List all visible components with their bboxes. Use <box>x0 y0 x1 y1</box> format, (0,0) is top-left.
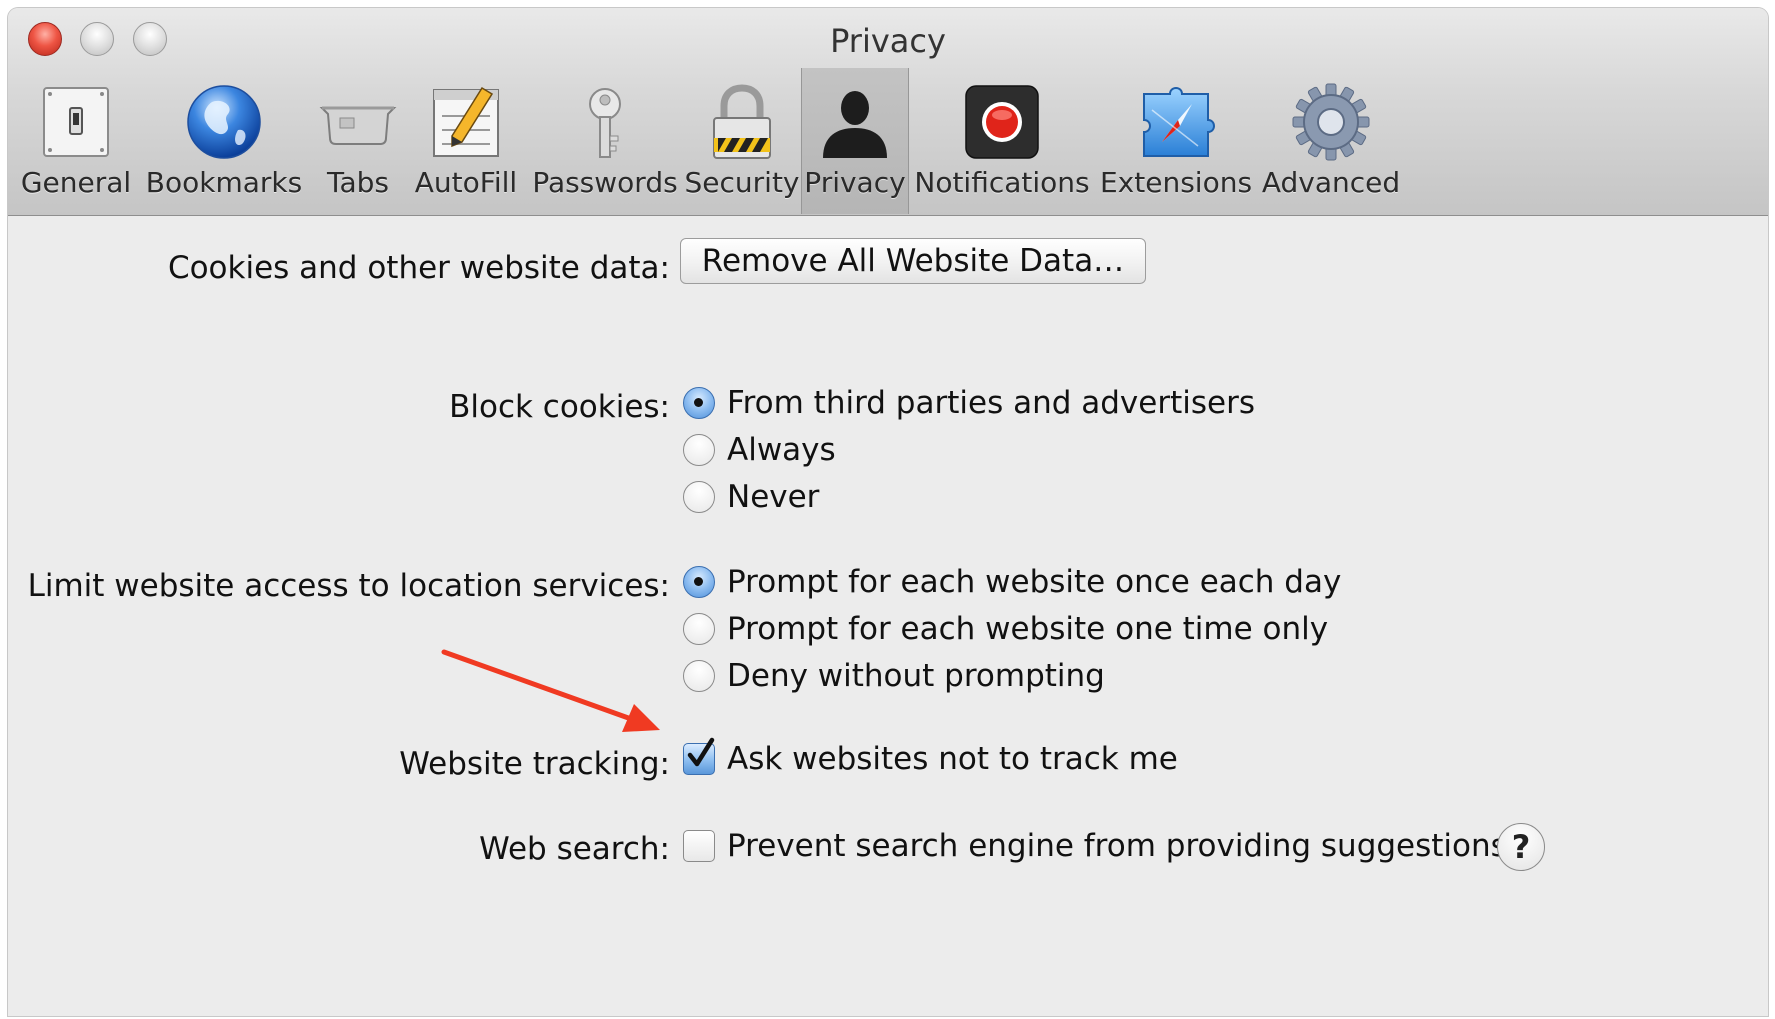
block-cookies-option-third-parties[interactable]: From third parties and advertisers <box>683 385 1255 421</box>
toolbar-label: Privacy <box>804 166 906 199</box>
option-label: Ask websites not to track me <box>727 741 1178 777</box>
title-bar: Privacy General Bookmarks Tabs AutoFill … <box>8 8 1768 216</box>
option-label: Never <box>727 479 820 515</box>
toolbar-label: Notifications <box>914 166 1090 199</box>
toolbar-item-extensions[interactable]: Extensions <box>1099 68 1253 214</box>
cookies-label: Cookies and other website data: <box>167 250 670 286</box>
window-title: Privacy <box>830 22 946 60</box>
website-tracking-label: Website tracking: <box>399 746 670 782</box>
radio-button[interactable] <box>683 434 715 466</box>
block-cookies-option-never[interactable]: Never <box>683 479 819 515</box>
toolbar-item-autofill[interactable]: AutoFill <box>410 68 522 214</box>
toolbar-item-security[interactable]: Security <box>684 68 800 214</box>
option-label: Prompt for each website one time only <box>727 611 1329 647</box>
option-label: From third parties and advertisers <box>727 385 1255 421</box>
remove-all-website-data-button[interactable]: Remove All Website Data… <box>680 238 1146 284</box>
do-not-track-checkbox[interactable] <box>683 737 715 775</box>
location-option-one-time-only[interactable]: Prompt for each website one time only <box>683 611 1328 647</box>
pencil-form-icon <box>433 86 499 157</box>
location-option-deny[interactable]: Deny without prompting <box>683 658 1105 694</box>
toolbar-item-advanced[interactable]: Advanced <box>1261 68 1401 214</box>
do-not-track-option[interactable]: Ask websites not to track me <box>683 737 1178 777</box>
radio-button[interactable] <box>683 481 715 513</box>
toolbar-item-notifications[interactable]: Notifications <box>914 68 1090 214</box>
toolbar-label: Tabs <box>327 166 389 199</box>
toolbar-label: Advanced <box>1261 166 1401 199</box>
person-silhouette-icon <box>823 91 887 158</box>
option-label: Deny without prompting <box>727 658 1105 694</box>
block-cookies-label: Block cookies: <box>449 389 670 425</box>
help-button[interactable]: ? <box>1497 823 1545 871</box>
toolbar-label: Security <box>684 166 800 199</box>
radio-button[interactable] <box>683 387 715 419</box>
globe-icon <box>187 85 261 159</box>
radio-button[interactable] <box>683 613 715 645</box>
annotation-arrow-icon <box>441 649 660 732</box>
padlock-icon <box>713 84 771 159</box>
toolbar-label: AutoFill <box>414 166 518 199</box>
checkmark-icon <box>687 737 715 767</box>
toolbar-label: Passwords <box>532 166 678 199</box>
toolbar-item-privacy[interactable]: Privacy <box>801 68 909 214</box>
toolbar-label: Extensions <box>1099 166 1253 199</box>
location-option-once-each-day[interactable]: Prompt for each website once each day <box>683 564 1341 600</box>
toolbar-item-general[interactable]: General <box>20 68 132 214</box>
toolbar-item-bookmarks[interactable]: Bookmarks <box>146 68 302 214</box>
record-dot-icon <box>965 85 1039 159</box>
compass-puzzle-icon <box>1143 87 1215 157</box>
prevent-suggestions-checkbox[interactable] <box>683 830 715 862</box>
key-icon <box>589 88 621 158</box>
toolbar-item-passwords[interactable]: Passwords <box>532 68 678 214</box>
radio-button[interactable] <box>683 660 715 692</box>
web-search-label: Web search: <box>479 831 670 867</box>
tabs-icon <box>319 106 397 145</box>
prevent-suggestions-option[interactable]: Prevent search engine from providing sug… <box>683 828 1507 864</box>
option-label: Always <box>727 432 836 468</box>
general-switch-icon <box>43 87 109 157</box>
preferences-window: Privacy General Bookmarks Tabs AutoFill … <box>8 8 1768 1016</box>
toolbar-label: Bookmarks <box>145 166 303 199</box>
location-services-label: Limit website access to location service… <box>27 568 670 604</box>
option-label: Prompt for each website once each day <box>727 564 1342 600</box>
option-label: Prevent search engine from providing sug… <box>727 828 1507 864</box>
block-cookies-option-always[interactable]: Always <box>683 432 836 468</box>
toolbar-item-tabs[interactable]: Tabs <box>314 68 402 214</box>
gear-icon <box>1292 83 1370 161</box>
toolbar-label: General <box>20 166 132 199</box>
radio-button[interactable] <box>683 566 715 598</box>
